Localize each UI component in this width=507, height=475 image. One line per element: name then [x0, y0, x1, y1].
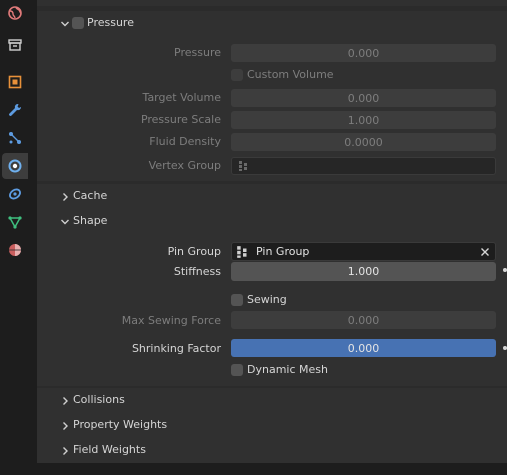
bottom-region-edge	[0, 463, 507, 475]
max-sewing-force-field[interactable]: 0.000	[231, 311, 496, 329]
stiffness-keyframe-dot[interactable]	[503, 268, 507, 272]
target-volume-field[interactable]: 0.000	[231, 89, 496, 107]
collection-icon	[8, 39, 22, 51]
vertex-group-icon	[237, 245, 247, 258]
physics-properties-panel: Pressure Pressure 0.000 Custom Volume Ta…	[37, 0, 507, 463]
pressure-label: Pressure	[174, 46, 221, 59]
particles-icon	[9, 132, 21, 144]
collisions-subpanel-header[interactable]: Collisions	[37, 388, 507, 413]
dynamic-mesh-checkbox[interactable]	[231, 364, 243, 376]
collisions-header-label: Collisions	[73, 393, 125, 406]
constraints-icon	[9, 188, 21, 200]
custom-volume-label: Custom Volume	[247, 68, 334, 81]
tab-object-data[interactable]	[2, 209, 28, 235]
tab-physics[interactable]	[2, 153, 28, 179]
chevron-right-icon	[63, 422, 68, 430]
pin-group-value: Pin Group	[256, 245, 310, 258]
tab-material[interactable]	[2, 237, 28, 263]
shape-subpanel-body: Pin Group Pin Group Stiffness 1.000 Sewi…	[37, 234, 507, 386]
cache-subpanel-header[interactable]: Cache	[37, 184, 507, 209]
tab-world[interactable]	[2, 0, 28, 26]
properties-tab-sidebar	[0, 0, 31, 475]
chevron-right-icon	[63, 397, 68, 405]
modifier-wrench-icon	[9, 103, 22, 116]
pressure-enable-checkbox[interactable]	[72, 17, 84, 29]
shape-header-label: Shape	[73, 214, 108, 227]
world-icon	[8, 6, 22, 20]
vertex-group-label: Vertex Group	[148, 159, 221, 172]
pressure-subpanel-header[interactable]: Pressure	[37, 11, 507, 36]
clear-x-icon[interactable]	[480, 247, 490, 257]
previous-panel-edge	[37, 0, 507, 6]
chevron-down-icon	[61, 21, 69, 27]
chevron-right-icon	[63, 193, 68, 201]
stiffness-field[interactable]: 1.000	[231, 262, 496, 281]
custom-volume-checkbox[interactable]	[231, 69, 243, 81]
pressure-scale-label: Pressure Scale	[140, 113, 221, 126]
pin-group-field[interactable]: Pin Group	[231, 242, 496, 261]
pressure-scale-field[interactable]: 1.000	[231, 111, 496, 129]
sewing-label: Sewing	[247, 293, 287, 306]
property-weights-header-label: Property Weights	[73, 418, 168, 431]
vertex-group-field[interactable]	[231, 157, 496, 175]
tab-modifiers[interactable]	[2, 97, 28, 123]
pressure-header-label: Pressure	[87, 16, 134, 29]
chevron-down-icon	[61, 219, 69, 225]
shape-subpanel-header[interactable]: Shape	[37, 209, 507, 234]
fluid-density-field[interactable]: 0.0000	[231, 133, 496, 151]
stiffness-label: Stiffness	[173, 265, 221, 278]
object-icon	[8, 75, 22, 89]
field-weights-header-label: Field Weights	[73, 443, 146, 456]
shrinking-factor-field[interactable]: 0.000	[231, 339, 496, 357]
dynamic-mesh-label: Dynamic Mesh	[247, 363, 328, 376]
pressure-subpanel-body: Pressure 0.000 Custom Volume Target Volu…	[37, 36, 507, 181]
object-data-icon	[8, 216, 22, 229]
shrinking-keyframe-dot[interactable]	[503, 346, 507, 350]
target-volume-label: Target Volume	[142, 91, 221, 104]
tab-constraints[interactable]	[2, 181, 28, 207]
tab-particles[interactable]	[2, 125, 28, 151]
cache-header-label: Cache	[73, 189, 108, 202]
material-icon	[9, 244, 21, 256]
vertex-group-icon	[239, 161, 247, 171]
property-weights-subpanel-header[interactable]: Property Weights	[37, 413, 507, 438]
fluid-density-label: Fluid Density	[149, 135, 221, 148]
sewing-checkbox[interactable]	[231, 294, 243, 306]
physics-icon	[8, 159, 22, 173]
chevron-right-icon	[63, 447, 68, 455]
tab-collection[interactable]	[2, 32, 28, 58]
pin-group-label: Pin Group	[167, 245, 221, 258]
field-weights-subpanel-header[interactable]: Field Weights	[37, 438, 507, 463]
tab-object[interactable]	[2, 69, 28, 95]
shrinking-factor-label: Shrinking Factor	[131, 342, 221, 355]
max-sewing-force-label: Max Sewing Force	[121, 314, 221, 327]
pressure-field[interactable]: 0.000	[231, 44, 496, 62]
